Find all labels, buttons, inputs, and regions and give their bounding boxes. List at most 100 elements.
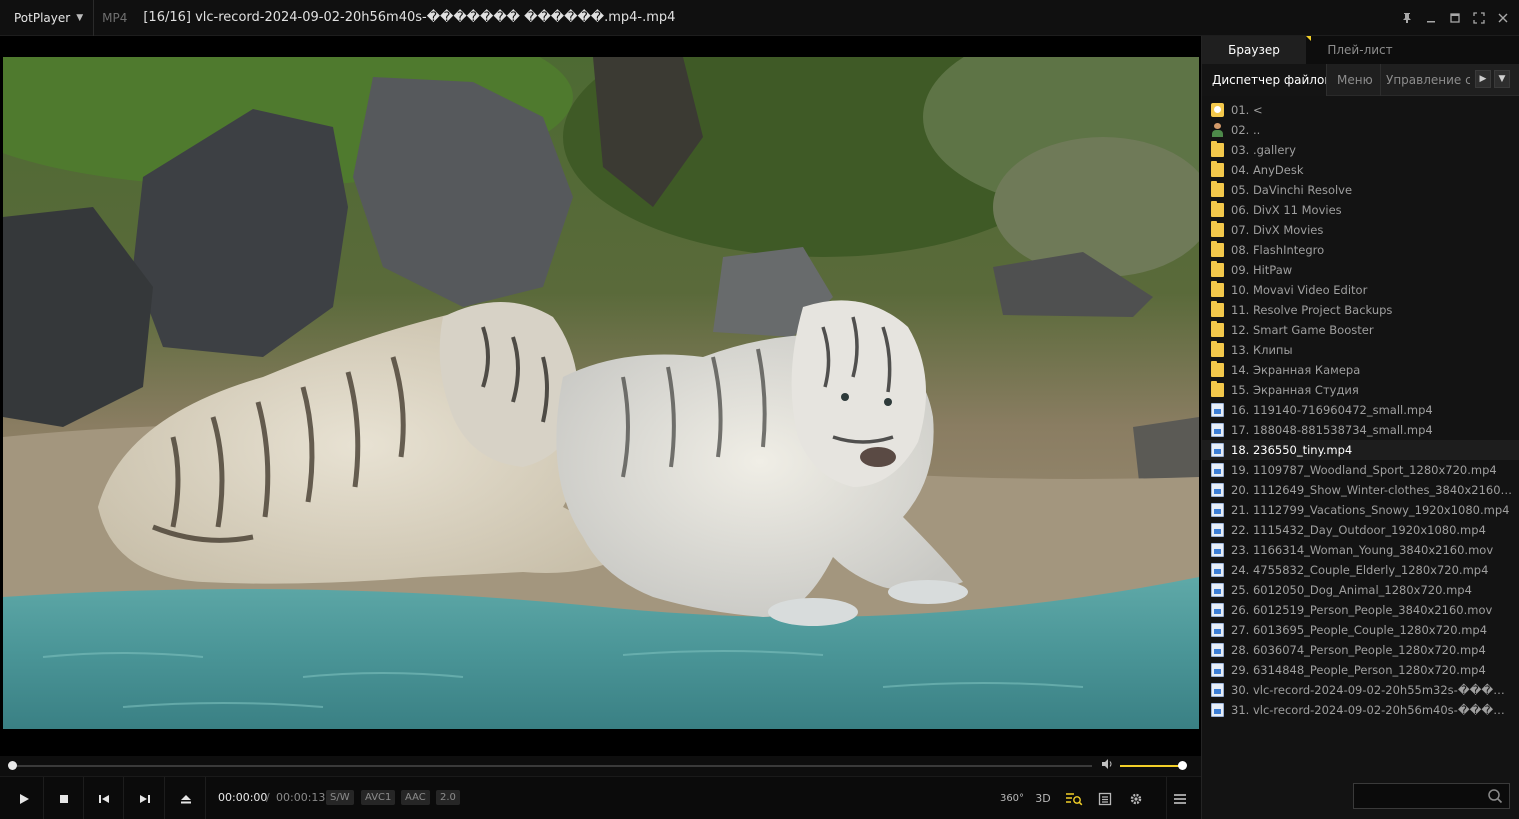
- folder-icon: [1211, 201, 1224, 217]
- subtab-control[interactable]: Управление су: [1380, 64, 1470, 96]
- seek-thumb[interactable]: [8, 761, 17, 770]
- video-file-icon: [1211, 603, 1224, 617]
- folder-list-item[interactable]: 11. Resolve Project Backups: [1202, 300, 1519, 320]
- file-list-item[interactable]: 29. 6314848_People_Person_1280x720.mp4: [1202, 660, 1519, 680]
- settings-button[interactable]: [1124, 777, 1148, 819]
- file-name: 11. Resolve Project Backups: [1231, 303, 1393, 317]
- close-icon[interactable]: [1495, 10, 1511, 26]
- tab-playlist[interactable]: Плей-лист: [1310, 36, 1410, 64]
- pin-icon[interactable]: [1399, 10, 1415, 26]
- folder-list-item[interactable]: 15. Экранная Студия: [1202, 380, 1519, 400]
- search-input[interactable]: [1353, 783, 1510, 809]
- folder-list-item[interactable]: 14. Экранная Камера: [1202, 360, 1519, 380]
- seek-bar[interactable]: [12, 765, 1092, 767]
- video-area[interactable]: [0, 36, 1201, 756]
- folder-list-item[interactable]: 07. DivX Movies: [1202, 220, 1519, 240]
- file-list-item[interactable]: 17. 188048-881538734_small.mp4: [1202, 420, 1519, 440]
- play-button[interactable]: [4, 777, 44, 819]
- file-name: 31. vlc-record-2024-09-02-20h56m40s-����…: [1231, 703, 1515, 717]
- folder-list-item[interactable]: 10. Movavi Video Editor: [1202, 280, 1519, 300]
- chapters-button[interactable]: [1094, 777, 1116, 819]
- list-icon: [1098, 792, 1112, 805]
- video-file-icon: [1211, 623, 1224, 637]
- playlist-search-button[interactable]: [1062, 777, 1086, 819]
- file-list-item[interactable]: 31. vlc-record-2024-09-02-20h56m40s-����…: [1202, 700, 1519, 720]
- sidebar-panel: Браузер Плей-лист Диспетчер файлов Меню …: [1201, 36, 1519, 819]
- video-codec-badge[interactable]: AVC1: [361, 790, 396, 805]
- volume-thumb[interactable]: [1178, 761, 1187, 770]
- control-bar: 00:00:00 / 00:00:13 S/W AVC1 AAC 2.0 360…: [0, 776, 1201, 819]
- file-name: 14. Экранная Камера: [1231, 363, 1361, 377]
- file-list-item[interactable]: 20. 1112649_Show_Winter-clothes_3840x216…: [1202, 480, 1519, 500]
- folder-icon: [1211, 161, 1224, 177]
- file-name: 30. vlc-record-2024-09-02-20h55m32s-����…: [1231, 683, 1515, 697]
- folder-icon: [1211, 381, 1224, 397]
- folder-list-item[interactable]: 02. ..: [1202, 120, 1519, 140]
- hamburger-icon: [1173, 793, 1186, 804]
- file-name: 20. 1112649_Show_Winter-clothes_3840x216…: [1231, 483, 1515, 497]
- next-button[interactable]: [125, 777, 165, 819]
- stop-button[interactable]: [44, 777, 84, 819]
- window-controls: [1399, 0, 1511, 36]
- file-list-item[interactable]: 25. 6012050_Dog_Animal_1280x720.mp4: [1202, 580, 1519, 600]
- minimize-icon[interactable]: [1423, 10, 1439, 26]
- search-icon[interactable]: [1487, 788, 1503, 804]
- file-list-item[interactable]: 23. 1166314_Woman_Young_3840x2160.mov: [1202, 540, 1519, 560]
- file-list-item[interactable]: 26. 6012519_Person_People_3840x2160.mov: [1202, 600, 1519, 620]
- video-file-icon: [1211, 683, 1224, 697]
- file-name: 02. ..: [1231, 123, 1261, 137]
- subtab-menu[interactable]: Меню: [1326, 64, 1380, 96]
- video-file-icon: [1211, 563, 1224, 577]
- gear-icon: [1130, 793, 1142, 804]
- main-menu-button[interactable]: [1166, 777, 1192, 819]
- time-separator: /: [266, 791, 270, 804]
- folder-list-item[interactable]: 06. DivX 11 Movies: [1202, 200, 1519, 220]
- subtab-dropdown-button[interactable]: ▼: [1494, 70, 1510, 88]
- folder-list-item[interactable]: 05. DaVinchi Resolve: [1202, 180, 1519, 200]
- vr-360-button[interactable]: 360°: [1000, 777, 1024, 819]
- file-name: 23. 1166314_Woman_Young_3840x2160.mov: [1231, 543, 1494, 557]
- file-list-item[interactable]: 19. 1109787_Woodland_Sport_1280x720.mp4: [1202, 460, 1519, 480]
- folder-list-item[interactable]: 08. FlashIntegro: [1202, 240, 1519, 260]
- file-list-item[interactable]: 24. 4755832_Couple_Elderly_1280x720.mp4: [1202, 560, 1519, 580]
- volume-slider[interactable]: [1120, 765, 1183, 767]
- folder-list-item[interactable]: 03. .gallery: [1202, 140, 1519, 160]
- volume-icon[interactable]: [1101, 758, 1113, 773]
- eject-icon: [180, 794, 191, 803]
- file-name: 29. 6314848_People_Person_1280x720.mp4: [1231, 663, 1486, 677]
- file-list-item[interactable]: 27. 6013695_People_Couple_1280x720.mp4: [1202, 620, 1519, 640]
- video-frame[interactable]: [3, 57, 1199, 729]
- file-list-item[interactable]: 22. 1115432_Day_Outdoor_1920x1080.mp4: [1202, 520, 1519, 540]
- folder-list-item[interactable]: 12. Smart Game Booster: [1202, 320, 1519, 340]
- 3d-button[interactable]: 3D: [1032, 777, 1054, 819]
- video-file-icon: [1211, 503, 1224, 517]
- sidebar-subtabs: Диспетчер файлов Меню Управление су ▶ ▼: [1202, 64, 1519, 96]
- next-icon: [139, 794, 150, 803]
- file-name: 04. AnyDesk: [1231, 163, 1304, 177]
- previous-button[interactable]: [84, 777, 124, 819]
- folder-list-item[interactable]: 01. <: [1202, 100, 1519, 120]
- eject-button[interactable]: [166, 777, 206, 819]
- format-tag: MP4: [102, 10, 128, 25]
- decoder-badge[interactable]: S/W: [326, 790, 354, 805]
- subtab-file-manager[interactable]: Диспетчер файлов: [1202, 64, 1326, 96]
- subtab-scroll-right-button[interactable]: ▶: [1475, 70, 1491, 88]
- app-menu-button[interactable]: PotPlayer ▼: [0, 0, 95, 36]
- tab-browser[interactable]: Браузер: [1202, 36, 1311, 64]
- file-list-item[interactable]: 21. 1112799_Vacations_Snowy_1920x1080.mp…: [1202, 500, 1519, 520]
- file-name: 13. Клипы: [1231, 343, 1293, 357]
- file-list-item[interactable]: 28. 6036074_Person_People_1280x720.mp4: [1202, 640, 1519, 660]
- video-file-icon: [1211, 543, 1224, 557]
- file-list-item[interactable]: 16. 119140-716960472_small.mp4: [1202, 400, 1519, 420]
- folder-list-item[interactable]: 09. HitPaw: [1202, 260, 1519, 280]
- maximize-icon[interactable]: [1447, 10, 1463, 26]
- file-list-item[interactable]: 18. 236550_tiny.mp4: [1202, 440, 1519, 460]
- file-list-item[interactable]: 30. vlc-record-2024-09-02-20h55m32s-����…: [1202, 680, 1519, 700]
- folder-list-item[interactable]: 13. Клипы: [1202, 340, 1519, 360]
- video-file-icon: [1211, 483, 1224, 497]
- file-name: 26. 6012519_Person_People_3840x2160.mov: [1231, 603, 1493, 617]
- fullscreen-icon[interactable]: [1471, 10, 1487, 26]
- audio-channels-badge[interactable]: 2.0: [436, 790, 460, 805]
- audio-codec-badge[interactable]: AAC: [401, 790, 430, 805]
- folder-list-item[interactable]: 04. AnyDesk: [1202, 160, 1519, 180]
